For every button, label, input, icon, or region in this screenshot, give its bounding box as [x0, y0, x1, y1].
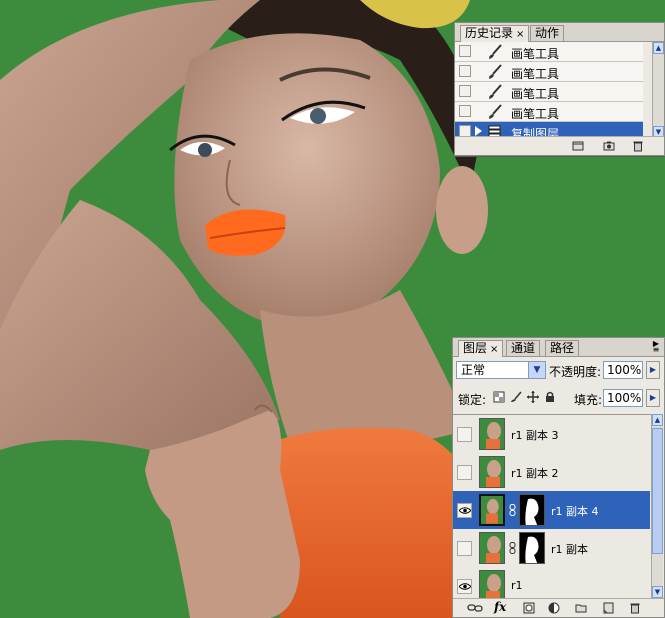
- layer-name: r1 副本 3: [511, 429, 559, 442]
- layer-thumbnail: [479, 456, 505, 488]
- trash-icon[interactable]: [629, 602, 641, 614]
- history-item-label: 画笔工具: [511, 107, 560, 121]
- opacity-label: 不透明度:: [549, 365, 602, 379]
- fill-slider-button[interactable]: ▶: [646, 389, 660, 407]
- tab-channels-label: 通道: [511, 341, 536, 355]
- lock-label: 锁定:: [458, 393, 487, 407]
- history-source-checkbox[interactable]: [459, 85, 471, 97]
- brush-icon: [489, 44, 502, 59]
- layer-visibility-toggle[interactable]: [457, 541, 472, 556]
- layer-thumbnail: [479, 532, 505, 564]
- fx-icon[interactable]: fx: [494, 600, 506, 614]
- new-document-from-state-icon[interactable]: [572, 140, 584, 152]
- layer-name: r1: [511, 579, 523, 592]
- tab-layers[interactable]: 图层 ×: [458, 340, 504, 357]
- lock-all-icon[interactable]: [544, 391, 556, 403]
- layers-scrollbar[interactable]: ▲ ▼: [651, 414, 663, 600]
- history-source-checkbox[interactable]: [459, 65, 471, 77]
- tab-paths-label: 路径: [550, 341, 575, 355]
- brush-icon: [489, 104, 502, 119]
- layer-name: r1 副本 4: [551, 505, 599, 518]
- blend-mode-value: 正常: [461, 363, 486, 377]
- layer-mask-thumbnail[interactable]: [519, 532, 545, 564]
- trash-icon[interactable]: [632, 140, 644, 152]
- history-state-arrow-icon: [475, 126, 482, 136]
- link-icon[interactable]: [467, 602, 483, 614]
- history-source-checkbox[interactable]: [459, 45, 471, 57]
- lock-move-icon[interactable]: [527, 391, 539, 403]
- eye-icon: [459, 507, 471, 514]
- chevron-down-icon: ▼: [528, 362, 545, 378]
- layer-mask-thumbnail[interactable]: [519, 494, 545, 526]
- mask-link-icon[interactable]: [509, 542, 516, 554]
- history-tabbar: 历史记录 × 动作: [455, 23, 664, 42]
- layer-visibility-toggle[interactable]: [457, 503, 472, 518]
- layer-thumbnail: [479, 494, 505, 526]
- tab-layers-label: 图层: [463, 341, 488, 355]
- history-item[interactable]: 画笔工具: [455, 42, 643, 62]
- tab-channels[interactable]: 通道: [506, 340, 541, 356]
- history-item[interactable]: 画笔工具: [455, 102, 643, 122]
- layer-name: r1 副本 2: [511, 467, 559, 480]
- scroll-up-icon[interactable]: ▲: [652, 414, 663, 426]
- face: [174, 33, 440, 323]
- eye-icon: [459, 583, 471, 590]
- brush-icon: [489, 64, 502, 79]
- history-item[interactable]: 画笔工具: [455, 62, 643, 82]
- layers-tabbar: 图层 × 通道 路径 ▶ ≡: [453, 338, 664, 357]
- layer-name: r1 副本: [551, 543, 589, 556]
- history-item[interactable]: 画笔工具: [455, 82, 643, 102]
- layer-row[interactable]: r1 副本: [453, 529, 650, 568]
- blend-mode-select[interactable]: 正常 ▼: [456, 361, 546, 379]
- scroll-up-icon[interactable]: ▲: [653, 42, 664, 54]
- ear: [436, 166, 488, 254]
- layers-list: r1 副本 3 r1 副本 2 r1 副本 4 r1 副本 r1: [453, 414, 651, 601]
- add-mask-icon[interactable]: [523, 602, 535, 614]
- close-icon[interactable]: ×: [490, 344, 498, 355]
- fill-input[interactable]: 100%: [603, 389, 643, 407]
- opacity-slider-button[interactable]: ▶: [646, 361, 660, 379]
- tab-actions[interactable]: 动作: [530, 25, 565, 41]
- history-footer: [455, 136, 664, 155]
- history-item-label: 画笔工具: [511, 47, 560, 61]
- new-layer-icon[interactable]: [602, 602, 614, 614]
- fill-label: 填充:: [574, 393, 603, 407]
- history-item-label: 画笔工具: [511, 87, 560, 101]
- mask-link-icon[interactable]: [509, 504, 516, 516]
- layer-visibility-toggle[interactable]: [457, 465, 472, 480]
- opacity-input[interactable]: 100%: [603, 361, 643, 379]
- layer-row[interactable]: r1 副本 3: [453, 415, 650, 454]
- history-source-checkbox[interactable]: [459, 105, 471, 117]
- layer-thumbnail: [479, 570, 505, 601]
- layer-row[interactable]: r1: [453, 567, 650, 601]
- layer-row-selected[interactable]: r1 副本 4: [453, 491, 650, 530]
- lock-fill-row: 锁定: 填充: 100% ▶: [453, 386, 664, 412]
- history-scrollbar[interactable]: ▲ ▼: [652, 42, 664, 138]
- tab-actions-label: 动作: [535, 26, 560, 40]
- lock-transparent-icon[interactable]: [493, 391, 505, 403]
- brush-icon: [489, 84, 502, 99]
- layer-visibility-toggle[interactable]: [457, 427, 472, 442]
- layer-visibility-toggle[interactable]: [457, 579, 472, 594]
- snapshot-camera-icon[interactable]: [603, 140, 615, 152]
- adjustment-layer-icon[interactable]: [548, 602, 560, 614]
- layer-row[interactable]: r1 副本 2: [453, 453, 650, 492]
- lock-brush-icon[interactable]: [510, 391, 522, 403]
- history-item-label: 画笔工具: [511, 67, 560, 81]
- layers-footer: fx: [453, 598, 664, 617]
- blend-opacity-row: 正常 ▼ 不透明度: 100% ▶: [453, 358, 664, 384]
- tab-paths[interactable]: 路径: [545, 340, 580, 356]
- scroll-down-icon[interactable]: ▼: [652, 586, 663, 598]
- close-icon[interactable]: ×: [516, 29, 524, 40]
- scroll-thumb[interactable]: [652, 428, 663, 554]
- tab-history[interactable]: 历史记录 ×: [460, 25, 530, 42]
- tab-history-label: 历史记录: [465, 26, 514, 40]
- panel-menu-icon[interactable]: ▶ ≡: [650, 340, 662, 354]
- layers-panel: 图层 × 通道 路径 ▶ ≡ 正常 ▼ 不透明度: 100% ▶ 锁定: 填充: 1…: [452, 337, 665, 618]
- new-group-icon[interactable]: [575, 602, 587, 614]
- history-panel: 历史记录 × 动作 画笔工具 画笔工具 画笔工具 画笔工具 复制图层 ▲ ▼: [454, 22, 665, 156]
- layer-thumbnail: [479, 418, 505, 450]
- history-list: 画笔工具 画笔工具 画笔工具 画笔工具 复制图层: [455, 42, 653, 138]
